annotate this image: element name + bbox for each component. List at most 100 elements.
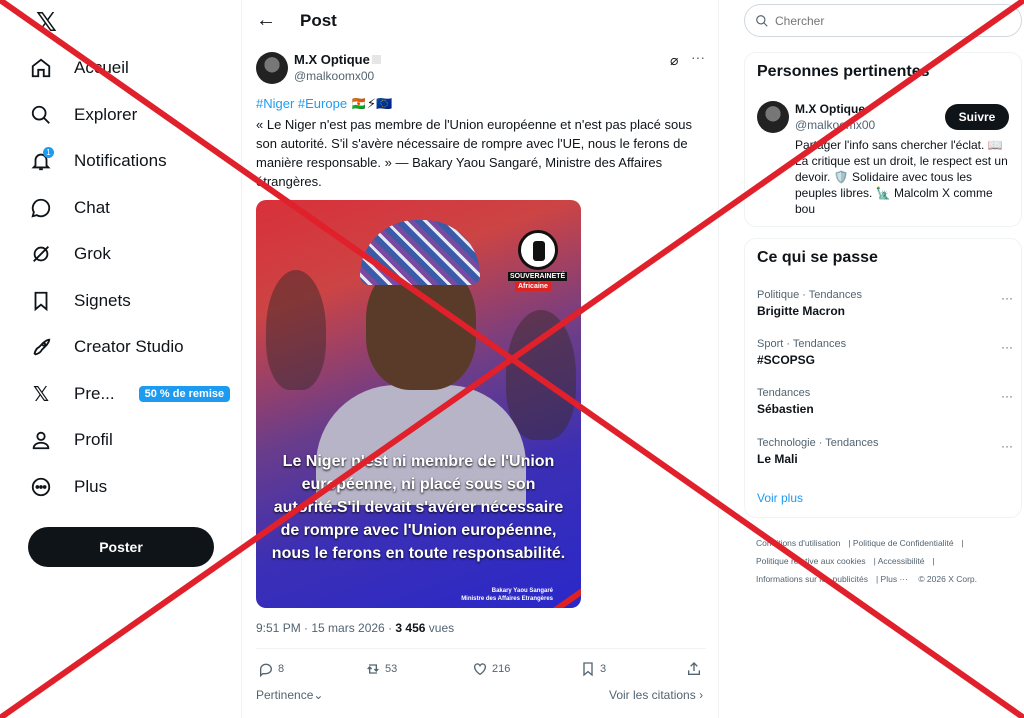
- repost-button[interactable]: 53: [365, 661, 397, 677]
- logo-text-2: Africaine: [515, 282, 551, 291]
- post-hashtags[interactable]: #Niger #Europe 🇳🇪⚡🇪🇺: [256, 96, 392, 112]
- nav-notifications-label: Notifications: [74, 151, 167, 170]
- flag-emojis: 🇳🇪⚡🇪🇺: [350, 96, 393, 111]
- background-figure: [266, 270, 326, 390]
- chevron-down-icon: ⌄: [313, 688, 324, 702]
- footer-cookies[interactable]: Politique relative aux cookies: [756, 556, 866, 566]
- nav-premium-label: Pre...: [74, 384, 115, 403]
- nav-explore[interactable]: Explorer: [28, 95, 137, 135]
- footer-more[interactable]: Plus ···: [881, 574, 908, 584]
- reply-count: 8: [278, 663, 285, 675]
- follow-button[interactable]: Suivre: [945, 104, 1009, 130]
- trend-category: Politique · Tendances: [757, 289, 862, 301]
- trend-name: #SCOPSG: [757, 353, 816, 367]
- nav-bookmarks[interactable]: Signets: [28, 281, 131, 321]
- post-metadata: 9:51 PM · 15 mars 2026 · 3 456 vues: [256, 621, 454, 635]
- relevant-person-name[interactable]: M.X Optique: [795, 102, 865, 116]
- relevant-people-card: Personnes pertinentes M.X Optique @malko…: [744, 52, 1022, 227]
- reply-button[interactable]: 8: [258, 661, 284, 677]
- trend-more-icon[interactable]: ···: [1001, 291, 1013, 305]
- nav-chat-label: Chat: [74, 198, 110, 217]
- nav-premium[interactable]: 𝕏 Pre... 50 % de remise: [28, 374, 231, 414]
- notification-badge: 1: [43, 147, 54, 158]
- search-icon: [756, 14, 768, 27]
- user-icon: [28, 427, 54, 453]
- background-figure: [506, 310, 576, 440]
- more-options-icon[interactable]: ···: [691, 49, 705, 65]
- right-sidebar: Personnes pertinentes M.X Optique @malko…: [720, 0, 1024, 718]
- search-input[interactable]: [775, 13, 1005, 28]
- x-premium-icon: 𝕏: [32, 383, 50, 406]
- logo-text-1: SOUVERAINETÉ: [508, 272, 568, 281]
- views-count: 3 456: [395, 621, 426, 635]
- x-logo-icon[interactable]: 𝕏: [36, 8, 64, 36]
- chat-icon: [28, 195, 54, 221]
- post-image[interactable]: SOUVERAINETÉ Africaine Le Niger n'est ni…: [256, 200, 581, 608]
- post-button[interactable]: Poster: [28, 527, 214, 567]
- trends-card: Ce qui se passe Politique · Tendances Br…: [744, 238, 1022, 518]
- nav-home-label: Accueil: [74, 58, 129, 77]
- nav-explore-label: Explorer: [74, 105, 138, 124]
- author-handle[interactable]: @malkoomx00: [294, 69, 374, 83]
- footer-links: Conditions d'utilisation | Politique de C…: [756, 538, 978, 584]
- trend-more-icon[interactable]: ···: [1001, 389, 1013, 403]
- footer-terms[interactable]: Conditions d'utilisation: [756, 538, 840, 548]
- nav-more-label: Plus: [74, 477, 108, 496]
- sort-label[interactable]: Pertinence: [256, 688, 313, 702]
- premium-discount-badge: 50 % de remise: [138, 386, 231, 402]
- main-column: ← Post M.X Optique @malkoomx00 ⌀ ··· #Ni…: [241, 0, 719, 718]
- view-quotes-link[interactable]: Voir les citations ›: [609, 688, 703, 702]
- like-button[interactable]: 216: [472, 661, 510, 677]
- chevron-right-icon: ›: [699, 688, 704, 702]
- search-box[interactable]: [744, 4, 1022, 37]
- author-avatar[interactable]: [256, 52, 288, 84]
- nav-grok[interactable]: Grok: [28, 234, 111, 274]
- divider: [256, 648, 706, 649]
- nav-notifications[interactable]: 1 Notifications: [28, 141, 167, 181]
- bookmark-icon: [583, 662, 593, 677]
- nav-creator-studio[interactable]: Creator Studio: [28, 327, 184, 367]
- trend-item[interactable]: Sport · Tendances #SCOPSG ···: [757, 338, 1013, 367]
- page-title: Post: [300, 11, 337, 30]
- trend-name: Sébastien: [757, 402, 814, 416]
- sort-dropdown[interactable]: Pertinence⌄: [256, 688, 323, 702]
- trend-item[interactable]: Tendances Sébastien ···: [757, 387, 1013, 416]
- nav-home[interactable]: Accueil: [28, 48, 129, 88]
- author-name[interactable]: M.X Optique: [294, 52, 370, 67]
- image-signature-name: Bakary Yaou Sangaré: [491, 588, 553, 594]
- verification-badge-icon: [372, 55, 381, 64]
- rocket-icon: [28, 334, 54, 360]
- nav-profile[interactable]: Profil: [28, 420, 113, 460]
- view-quotes-label[interactable]: Voir les citations: [609, 688, 696, 702]
- see-more-link[interactable]: Voir plus: [757, 491, 803, 505]
- share-button[interactable]: [686, 661, 706, 677]
- image-quote: Le Niger n'est ni membre de l'Union euro…: [271, 453, 566, 562]
- trend-more-icon[interactable]: ···: [1001, 340, 1013, 354]
- trend-item[interactable]: Technologie · Tendances Le Mali ···: [757, 437, 1013, 466]
- nav-creator-studio-label: Creator Studio: [74, 337, 184, 356]
- relevant-person-handle[interactable]: @malkoomx00: [795, 118, 875, 132]
- footer-ads[interactable]: Informations sur les publicités: [756, 574, 868, 584]
- post-text: « Le Niger n'est pas membre de l'Union e…: [256, 117, 692, 189]
- relevant-person-avatar[interactable]: [757, 101, 789, 133]
- footer-accessibility[interactable]: Accessibilité: [878, 556, 925, 566]
- image-signature-title: Ministre des Affaires Etrangères: [461, 596, 553, 602]
- hashtags-text[interactable]: #Niger #Europe: [256, 96, 347, 111]
- nav-more[interactable]: Plus: [28, 467, 107, 507]
- bookmark-icon: [28, 288, 54, 314]
- trend-category: Tendances: [757, 387, 811, 399]
- trend-more-icon[interactable]: ···: [1001, 439, 1013, 453]
- trend-name: Le Mali: [757, 452, 798, 466]
- trend-item[interactable]: Politique · Tendances Brigitte Macron ··…: [757, 289, 1013, 318]
- post-timestamp[interactable]: 9:51 PM · 15 mars 2026 ·: [256, 621, 395, 635]
- heart-icon: [474, 663, 486, 676]
- trend-category: Technologie · Tendances: [757, 437, 879, 449]
- footer-privacy[interactable]: Politique de Confidentialité: [853, 538, 954, 548]
- bookmark-button[interactable]: 3: [580, 661, 606, 677]
- nav-chat[interactable]: Chat: [28, 188, 110, 228]
- nav-profile-label: Profil: [74, 430, 113, 449]
- grok-explain-icon[interactable]: ⌀: [670, 52, 678, 69]
- left-sidebar: 𝕏 Accueil Explorer 1 Notifications Chat …: [0, 0, 240, 718]
- back-arrow-icon[interactable]: ←: [256, 9, 276, 32]
- bell-icon: 1: [28, 147, 54, 174]
